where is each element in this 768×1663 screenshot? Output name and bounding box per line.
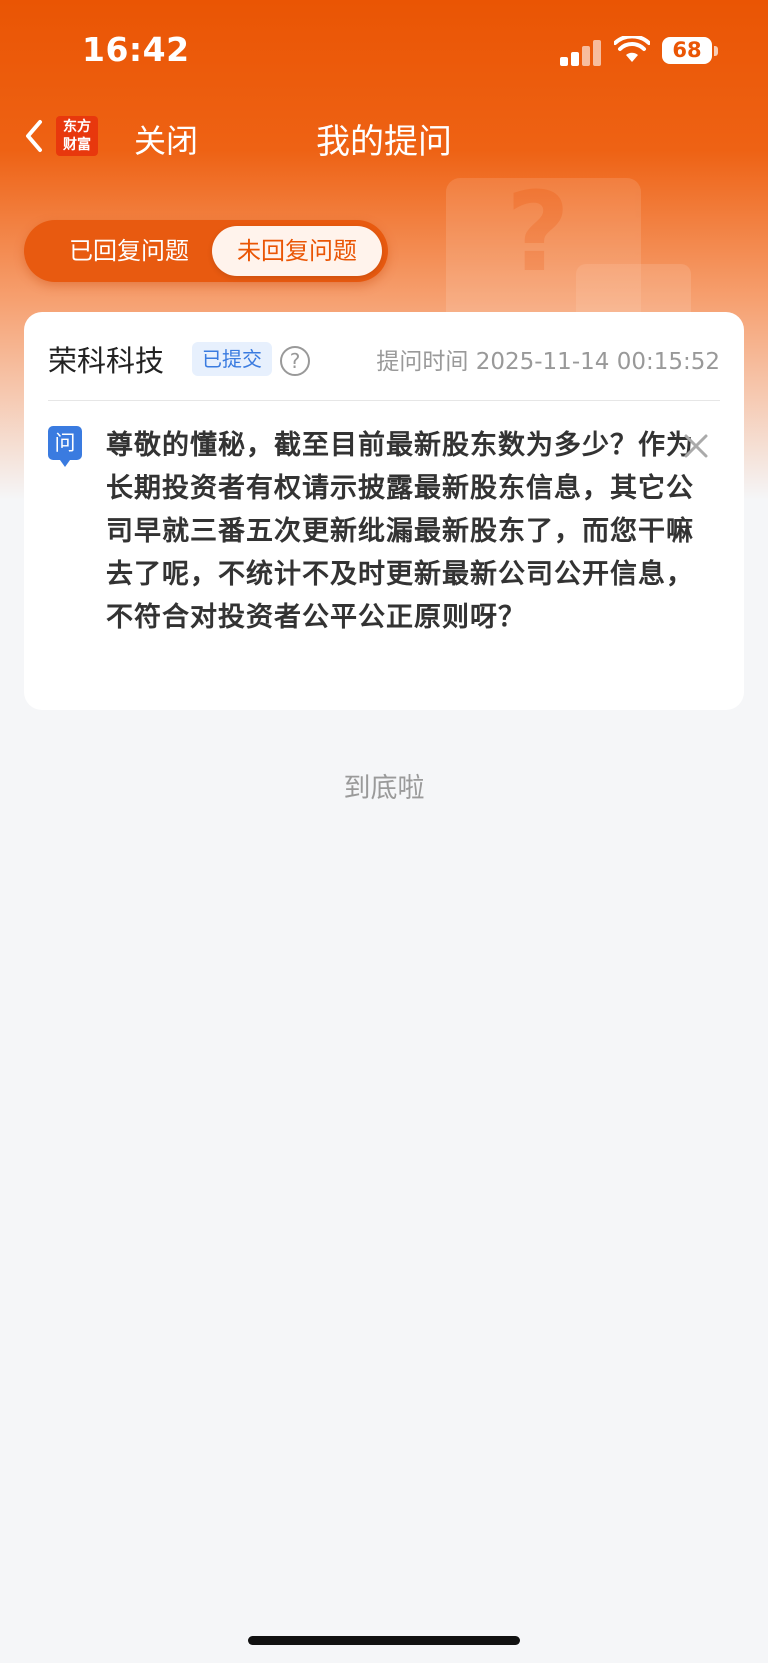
end-of-list-text: 到底啦 bbox=[343, 773, 425, 804]
cellular-signal-icon bbox=[560, 38, 602, 66]
tab-unanswered[interactable]: 未回复问题 bbox=[212, 226, 382, 276]
question-tabs: 已回复问题 未回复问题 bbox=[24, 220, 388, 282]
question-text: 尊敬的懂秘，截至目前最新股东数为多少？作为长期投资者有权请示披露最新股东信息，其… bbox=[106, 430, 694, 633]
question-icon: 问 bbox=[48, 426, 82, 467]
status-bar: 16:42 68 bbox=[0, 0, 768, 100]
wifi-icon bbox=[614, 36, 650, 62]
tab-answered[interactable]: 已回复问题 bbox=[34, 226, 224, 276]
status-time: 16:42 bbox=[82, 30, 190, 69]
ask-time: 提问时间 2025-11-14 00:15:52 bbox=[376, 349, 720, 375]
screen: ? 16:42 68 东方 财富 关闭 我的提问 已回复问题 未回复问题 荣科科… bbox=[0, 0, 768, 1663]
navigation-bar: 东方 财富 关闭 我的提问 bbox=[0, 100, 768, 172]
question-card: 荣科科技 已提交 ? 提问时间 2025-11-14 00:15:52 问 尊敬… bbox=[24, 312, 744, 710]
page-title: 我的提问 bbox=[316, 122, 452, 162]
battery-icon: 68 bbox=[662, 37, 712, 64]
status-badge: 已提交 bbox=[192, 342, 272, 376]
battery-tip bbox=[714, 46, 718, 56]
home-indicator[interactable] bbox=[248, 1636, 520, 1645]
close-icon[interactable] bbox=[682, 432, 710, 460]
help-icon[interactable]: ? bbox=[280, 346, 310, 376]
divider bbox=[48, 400, 720, 401]
company-name[interactable]: 荣科科技 bbox=[48, 338, 164, 380]
